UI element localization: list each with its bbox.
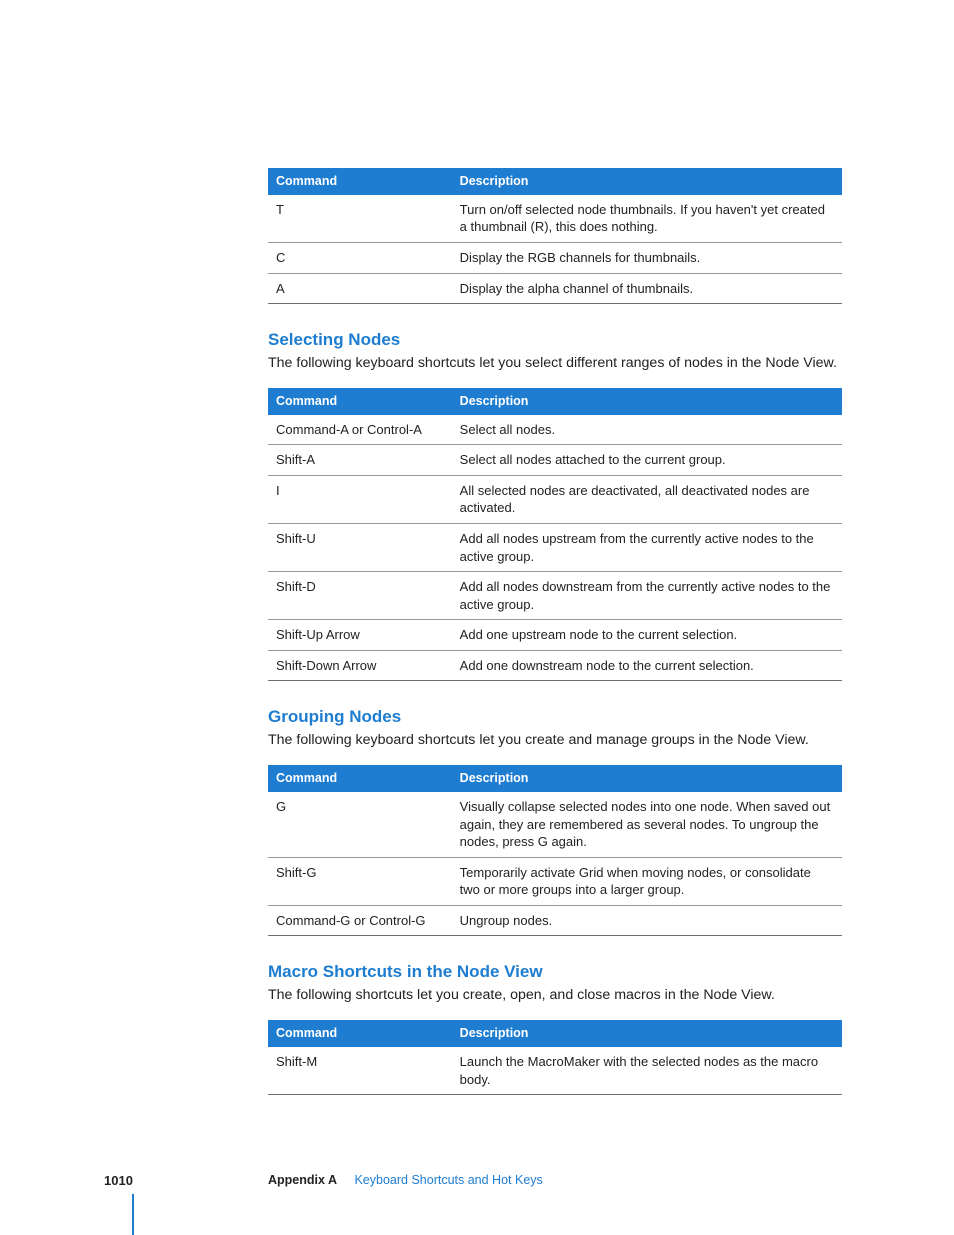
col-command: Command bbox=[268, 1020, 452, 1047]
col-description: Description bbox=[452, 168, 842, 195]
table-row: Shift-ASelect all nodes attached to the … bbox=[268, 445, 842, 476]
table-row: IAll selected nodes are deactivated, all… bbox=[268, 475, 842, 523]
intro-grouping-nodes: The following keyboard shortcuts let you… bbox=[268, 731, 842, 751]
col-command: Command bbox=[268, 765, 452, 792]
table-row: Shift-GTemporarily activate Grid when mo… bbox=[268, 857, 842, 905]
footer-rule bbox=[132, 1194, 134, 1235]
col-command: Command bbox=[268, 388, 452, 415]
table-grouping-nodes: Command Description GVisually collapse s… bbox=[268, 765, 842, 936]
heading-grouping-nodes: Grouping Nodes bbox=[268, 707, 842, 727]
page-number: 1010 bbox=[104, 1173, 133, 1188]
heading-macro-shortcuts: Macro Shortcuts in the Node View bbox=[268, 962, 842, 982]
col-command: Command bbox=[268, 168, 452, 195]
table-row: GVisually collapse selected nodes into o… bbox=[268, 792, 842, 857]
appendix-title: Keyboard Shortcuts and Hot Keys bbox=[354, 1173, 542, 1187]
intro-macro-shortcuts: The following shortcuts let you create, … bbox=[268, 986, 842, 1006]
col-description: Description bbox=[452, 1020, 842, 1047]
table-selecting-nodes: Command Description Command-A or Control… bbox=[268, 388, 842, 681]
table-row: Shift-UAdd all nodes upstream from the c… bbox=[268, 524, 842, 572]
table-row: Command-G or Control-GUngroup nodes. bbox=[268, 905, 842, 936]
page: Command Description TTurn on/off selecte… bbox=[0, 0, 954, 1235]
table-row: Shift-Down ArrowAdd one downstream node … bbox=[268, 650, 842, 681]
table-row: Command-A or Control-ASelect all nodes. bbox=[268, 415, 842, 445]
table-row: TTurn on/off selected node thumbnails. I… bbox=[268, 195, 842, 243]
table-row: ADisplay the alpha channel of thumbnails… bbox=[268, 273, 842, 304]
col-description: Description bbox=[452, 765, 842, 792]
table-thumbnails: Command Description TTurn on/off selecte… bbox=[268, 168, 842, 304]
appendix-label: Appendix A Keyboard Shortcuts and Hot Ke… bbox=[268, 1173, 543, 1187]
table-macro-shortcuts: Command Description Shift-MLaunch the Ma… bbox=[268, 1020, 842, 1095]
appendix-name: Appendix A bbox=[268, 1173, 337, 1187]
table-row: Shift-MLaunch the MacroMaker with the se… bbox=[268, 1047, 842, 1095]
col-description: Description bbox=[452, 388, 842, 415]
table-row: Shift-DAdd all nodes downstream from the… bbox=[268, 572, 842, 620]
table-row: Shift-Up ArrowAdd one upstream node to t… bbox=[268, 620, 842, 651]
table-row: CDisplay the RGB channels for thumbnails… bbox=[268, 242, 842, 273]
intro-selecting-nodes: The following keyboard shortcuts let you… bbox=[268, 354, 842, 374]
heading-selecting-nodes: Selecting Nodes bbox=[268, 330, 842, 350]
